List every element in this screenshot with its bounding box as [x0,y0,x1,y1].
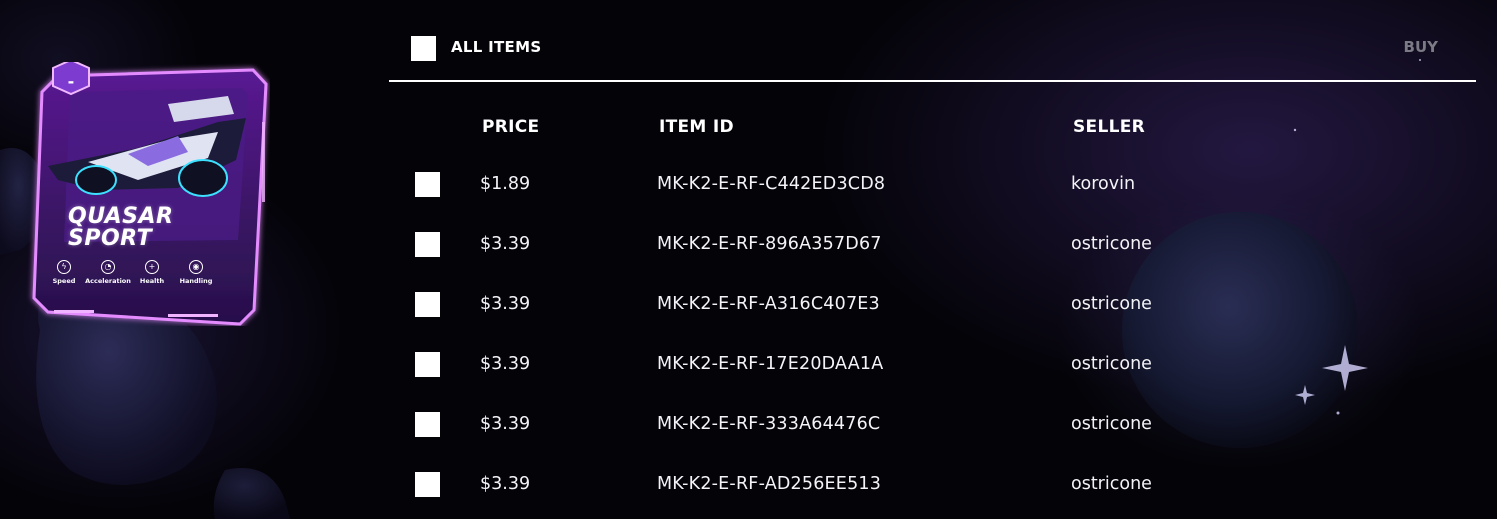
stat-speed: ϟ Speed [42,260,86,290]
table-row: $3.39 MK-K2-E-RF-AD256EE513 ostricone [389,472,1476,512]
column-header-seller: SELLER [1073,117,1146,137]
seller-cell: ostricone [1071,474,1152,494]
card-badge: - [67,71,75,91]
table-row: $3.39 MK-K2-E-RF-896A357D67 ostricone [389,232,1476,272]
price-cell: $3.39 [480,474,531,494]
card-title-line-1: QUASAR [68,204,174,229]
price-cell: $3.39 [480,294,531,314]
item-id-cell: MK-K2-E-RF-17E20DAA1A [657,354,884,374]
row-checkbox[interactable] [415,412,440,437]
gauge-icon: ◔ [101,260,115,274]
row-checkbox[interactable] [415,472,440,497]
listing-toolbar: ALL ITEMS BUY [389,28,1476,82]
item-id-cell: MK-K2-E-RF-333A64476C [657,414,881,434]
item-id-cell: MK-K2-E-RF-896A357D67 [657,234,882,254]
seller-cell: korovin [1071,174,1136,194]
stat-label: Health [139,277,165,285]
stat-label: Speed [52,277,76,285]
table-row: $3.39 MK-K2-E-RF-17E20DAA1A ostricone [389,352,1476,392]
seller-cell: ostricone [1071,414,1152,434]
buy-button[interactable]: BUY [1404,38,1438,56]
seller-cell: ostricone [1071,294,1152,314]
column-header-item-id: ITEM ID [659,117,734,137]
item-id-cell: MK-K2-E-RF-C442ED3CD8 [657,174,886,194]
card-title-line-2: SPORT [68,226,153,251]
table-row: $1.89 MK-K2-E-RF-C442ED3CD8 korovin [389,172,1476,212]
seller-cell: ostricone [1071,234,1152,254]
select-all-checkbox[interactable] [411,36,436,61]
row-checkbox[interactable] [415,172,440,197]
row-checkbox[interactable] [415,292,440,317]
shield-icon: + [145,260,159,274]
stat-label: Handling [179,277,213,285]
row-checkbox[interactable] [415,352,440,377]
item-id-cell: MK-K2-E-RF-A316C407E3 [657,294,880,314]
price-cell: $1.89 [480,174,531,194]
table-row: $3.39 MK-K2-E-RF-A316C407E3 ostricone [389,292,1476,332]
select-all-label: ALL ITEMS [451,38,542,56]
stat-label: Acceleration [85,277,131,285]
stat-handling: ◉ Handling [174,260,218,290]
lightning-icon: ϟ [57,260,71,274]
row-checkbox[interactable] [415,232,440,257]
price-cell: $3.39 [480,354,531,374]
item-card: - QUASAR SPORT ϟ Speed ◔ Acceleration + … [18,62,270,326]
card-title: QUASAR SPORT [68,206,198,250]
asteroid-shape [213,468,290,519]
steering-wheel-icon: ◉ [189,260,203,274]
price-cell: $3.39 [480,234,531,254]
stat-health: + Health [130,260,174,290]
card-stats: ϟ Speed ◔ Acceleration + Health ◉ Handli… [42,260,218,290]
column-header-price: PRICE [482,117,540,137]
price-cell: $3.39 [480,414,531,434]
seller-cell: ostricone [1071,354,1152,374]
stat-acceleration: ◔ Acceleration [85,260,131,290]
table-row: $3.39 MK-K2-E-RF-333A64476C ostricone [389,412,1476,452]
item-id-cell: MK-K2-E-RF-AD256EE513 [657,474,882,494]
